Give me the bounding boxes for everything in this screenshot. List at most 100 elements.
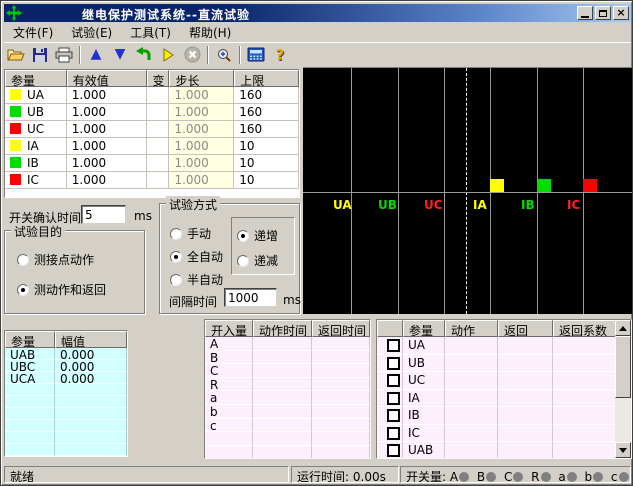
step-down-button[interactable]: ▼	[108, 44, 132, 66]
return-ratio-cell	[553, 442, 616, 459]
param-limit-cell[interactable]: 10	[234, 172, 299, 189]
checkbox-cell	[377, 355, 403, 373]
menu-item-0[interactable]: 文件(F)	[4, 22, 62, 43]
minimize-button[interactable]	[577, 6, 593, 20]
result-checkbox-ic[interactable]	[387, 427, 400, 440]
param-value-cell[interactable]: 1.000	[67, 87, 147, 104]
scrollbar-thumb[interactable]	[615, 336, 631, 398]
input-name-cell: a	[205, 391, 253, 405]
direction-option-1-radio[interactable]	[237, 255, 249, 267]
calculator-button[interactable]	[244, 44, 268, 66]
result-checkbox-ub[interactable]	[387, 357, 400, 370]
param-value-cell[interactable]: 1.000	[67, 172, 147, 189]
action-time-cell	[253, 351, 312, 365]
param-change-cell[interactable]	[147, 121, 170, 138]
action-time-cell	[253, 419, 312, 433]
action-cell	[445, 407, 498, 425]
result-checkbox-uc[interactable]	[387, 374, 400, 387]
purpose-option-0[interactable]: 测接点动作	[17, 251, 94, 268]
action-cell	[445, 442, 498, 459]
checkbox-cell	[377, 372, 403, 390]
run-button[interactable]	[156, 44, 180, 66]
result-name-cell: UC	[403, 372, 445, 390]
step-up-button[interactable]: ▲	[84, 44, 108, 66]
input-name-cell: C	[205, 364, 253, 378]
param-change-cell[interactable]	[147, 155, 170, 172]
return-cell	[498, 442, 553, 459]
param-limit-cell[interactable]: 10	[234, 138, 299, 155]
amp-value-cell: 0.000	[55, 372, 127, 384]
table-row: UA	[377, 337, 631, 355]
maximize-button[interactable]	[595, 6, 611, 20]
result-name-cell: IB	[403, 407, 445, 425]
param-step-cell[interactable]: 1.000	[169, 104, 234, 121]
empty-cell	[55, 420, 127, 432]
result-checkbox-uab[interactable]	[387, 444, 400, 457]
vertical-scrollbar[interactable]	[615, 320, 631, 458]
result-checkbox-ua[interactable]	[387, 339, 400, 352]
direction-option-1[interactable]: 递减	[237, 252, 278, 269]
menu-item-2[interactable]: 工具(T)	[121, 22, 180, 43]
param-step-cell[interactable]: 1.000	[169, 121, 234, 138]
result-checkbox-ib[interactable]	[387, 409, 400, 422]
mode-option-0[interactable]: 手动	[170, 225, 211, 242]
print-button[interactable]	[52, 44, 76, 66]
result-checkbox-ia[interactable]	[387, 392, 400, 405]
test-mode-group: 试验方式 递增递减 间隔时间 ms 手动全自动半自动	[159, 203, 300, 314]
param-value-cell[interactable]: 1.000	[67, 138, 147, 155]
param-limit-cell[interactable]: 160	[234, 104, 299, 121]
save-button[interactable]	[28, 44, 52, 66]
purpose-option-1-radio[interactable]	[17, 284, 29, 296]
confirm-time-input[interactable]	[81, 205, 126, 224]
menu-item-1[interactable]: 试验(E)	[62, 22, 121, 43]
purpose-option-0-radio[interactable]	[17, 254, 29, 266]
undo-button[interactable]	[132, 44, 156, 66]
return-ratio-cell	[553, 390, 616, 408]
param-step-cell[interactable]: 1.000	[169, 87, 234, 104]
maximize-icon	[599, 10, 607, 17]
param-change-cell[interactable]	[147, 138, 170, 155]
help-button[interactable]: ?	[268, 44, 292, 66]
help-icon: ?	[276, 46, 285, 64]
param-value-cell[interactable]: 1.000	[67, 121, 147, 138]
scroll-up-button[interactable]	[615, 320, 631, 336]
input-name-cell: R	[205, 378, 253, 392]
direction-option-0[interactable]: 递增	[237, 227, 278, 244]
param-limit-cell[interactable]: 160	[234, 121, 299, 138]
param-limit-cell[interactable]: 160	[234, 87, 299, 104]
mode-option-0-radio[interactable]	[170, 228, 182, 240]
mode-option-2[interactable]: 半自动	[170, 271, 223, 288]
stop-button[interactable]	[180, 44, 204, 66]
close-button[interactable]: ×	[613, 6, 629, 20]
purpose-option-1[interactable]: 测动作和返回	[17, 281, 106, 298]
param-value-cell[interactable]: 1.000	[67, 155, 147, 172]
param-name-cell: UC	[5, 121, 67, 138]
zoom-button[interactable]	[212, 44, 236, 66]
param-step-cell[interactable]: 1.000	[169, 138, 234, 155]
title-bar: 继电保护测试系统--直流试验 ×	[4, 4, 631, 22]
chart-center-dashed-line	[466, 68, 467, 314]
column-header: 参量	[5, 331, 55, 348]
table-row: UB	[377, 355, 631, 373]
param-color-swatch	[10, 140, 21, 151]
app-icon[interactable]	[6, 5, 22, 21]
param-value-cell[interactable]: 1.000	[67, 104, 147, 121]
scroll-down-button[interactable]	[615, 442, 631, 458]
param-step-cell[interactable]: 1.000	[169, 172, 234, 189]
interval-input[interactable]	[224, 288, 277, 307]
close-icon: ×	[616, 8, 625, 18]
param-change-cell[interactable]	[147, 104, 170, 121]
direction-option-0-radio[interactable]	[237, 230, 249, 242]
zoom-icon	[216, 47, 232, 63]
param-change-cell[interactable]	[147, 172, 170, 189]
menu-item-3[interactable]: 帮助(H)	[180, 22, 240, 43]
mode-option-1-radio[interactable]	[170, 251, 182, 263]
column-header: 步长	[169, 70, 234, 87]
table-row: UB1.0001.000160	[5, 104, 299, 121]
param-step-cell[interactable]: 1.000	[169, 155, 234, 172]
param-change-cell[interactable]	[147, 87, 170, 104]
param-limit-cell[interactable]: 10	[234, 155, 299, 172]
mode-option-1[interactable]: 全自动	[170, 248, 223, 265]
mode-option-2-radio[interactable]	[170, 274, 182, 286]
open-button[interactable]	[4, 44, 28, 66]
